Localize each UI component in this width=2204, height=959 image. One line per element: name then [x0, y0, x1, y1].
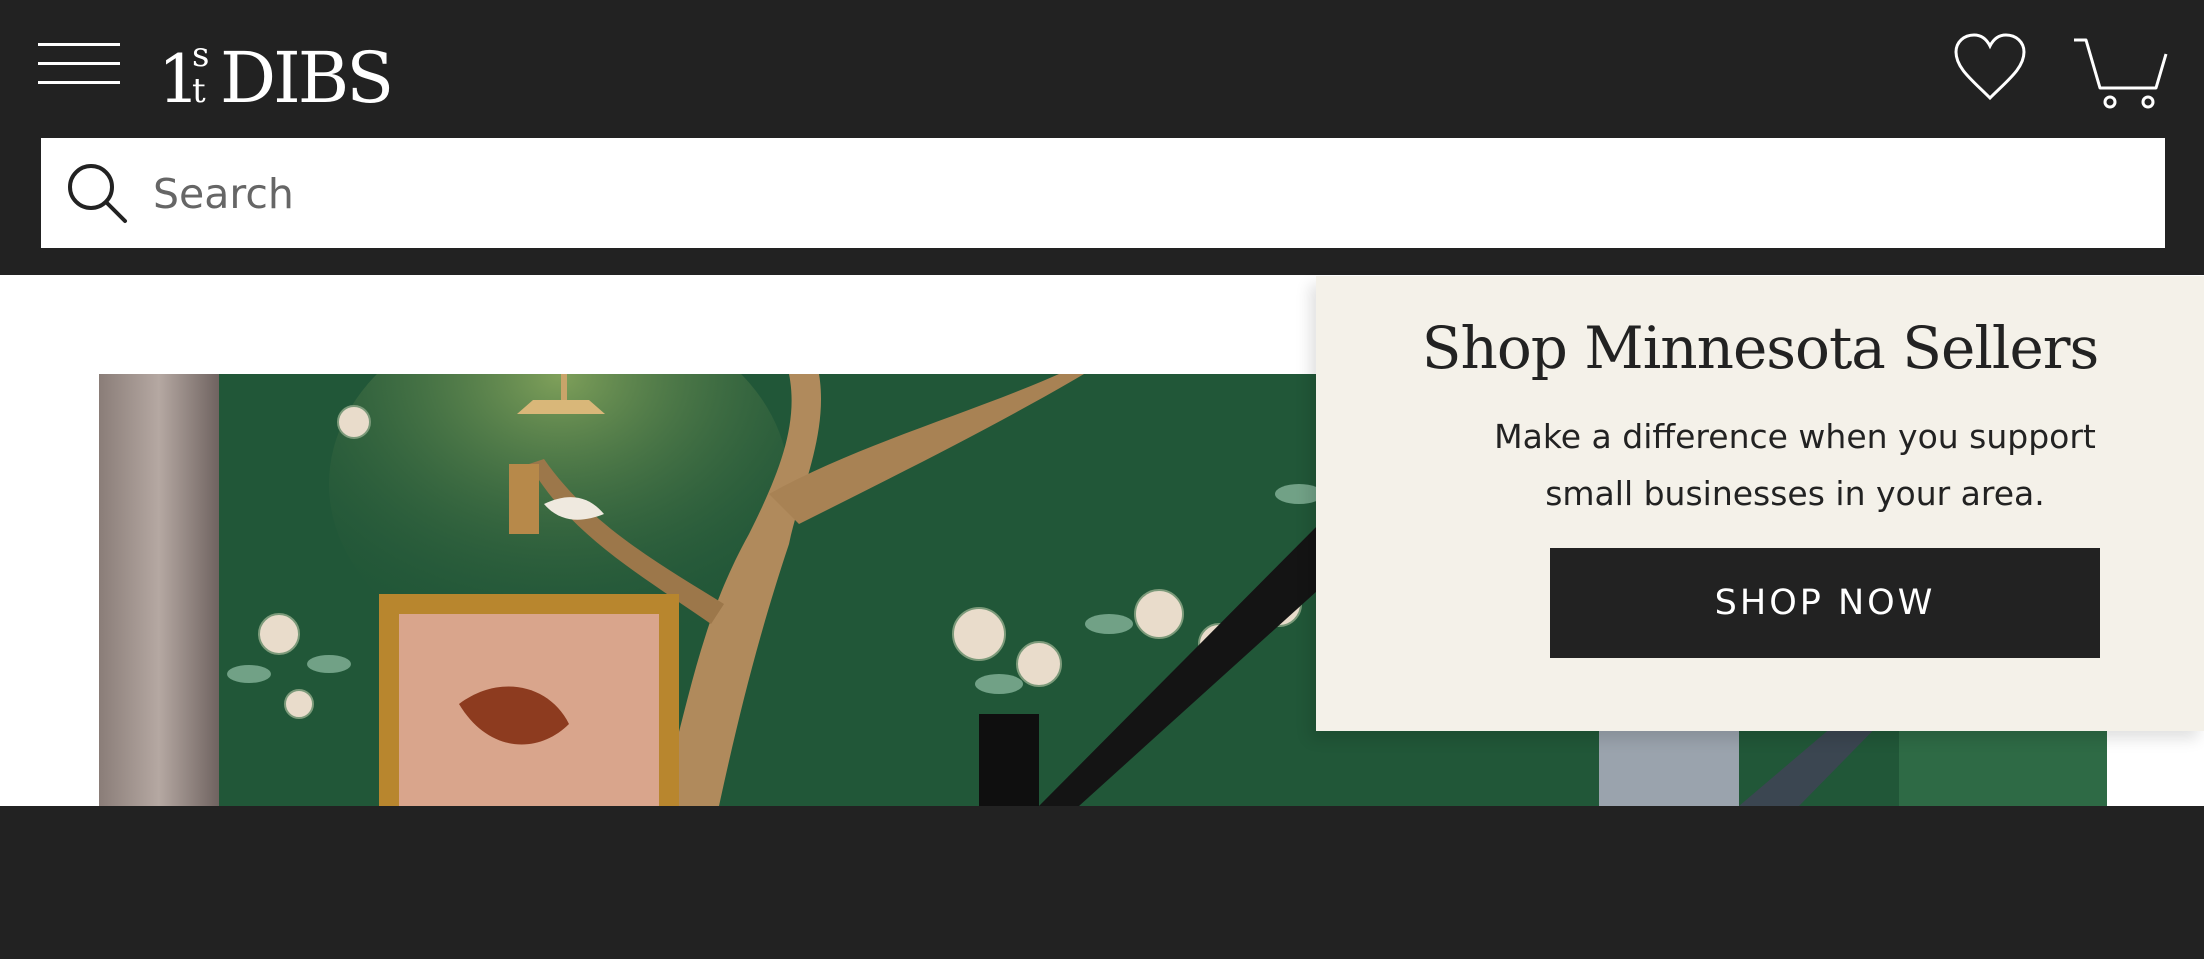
search-icon[interactable]: [65, 161, 129, 225]
bottom-band: [0, 806, 2204, 959]
shop-now-button[interactable]: SHOP NOW: [1550, 548, 2100, 658]
site-logo[interactable]: 1 s t DIBS: [158, 26, 398, 119]
promo-title: Shop Minnesota Sellers: [1421, 314, 2100, 382]
svg-text:t: t: [192, 71, 206, 110]
search-bar: [41, 138, 2165, 250]
hamburger-menu-icon[interactable]: [38, 38, 122, 88]
shopping-cart-icon[interactable]: [2072, 36, 2168, 110]
heart-icon[interactable]: [1952, 32, 2028, 102]
promo-description: Make a difference when you support small…: [1494, 417, 2096, 513]
site-header: 1 s t DIBS: [0, 0, 2204, 275]
search-input[interactable]: [151, 138, 2135, 250]
svg-text:s: s: [192, 35, 209, 75]
svg-text:DIBS: DIBS: [220, 37, 391, 110]
promo-card: Shop Minnesota Sellers Make a difference…: [1316, 276, 2204, 731]
